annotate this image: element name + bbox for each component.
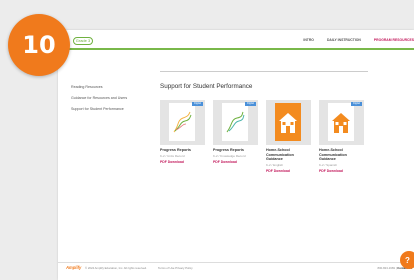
sidebar-item-guidance[interactable]: Guidance for Resources and Users bbox=[71, 96, 141, 101]
copyright-text: © 2024 Amplify Education, Inc. All right… bbox=[85, 266, 147, 270]
nav-daily-instruction[interactable]: DAILY INSTRUCTION bbox=[327, 38, 361, 42]
progress-chart-icon bbox=[226, 111, 245, 133]
card-thumbnail[interactable]: Digital bbox=[213, 100, 258, 145]
app-page: Grade 3 INTRO DAILY INSTRUCTION PROGRAM … bbox=[58, 30, 414, 280]
pdf-download-link[interactable]: PDF Download bbox=[266, 169, 311, 173]
sidebar: Reading Resources Guidance for Resources… bbox=[71, 85, 141, 117]
card-subtitle: K-2 / Spanish bbox=[319, 163, 338, 168]
content-divider bbox=[160, 71, 368, 72]
resource-cards: Digital Progress Reports K-2 / Units Rec… bbox=[160, 100, 364, 173]
footer-links[interactable]: Terms of Use Privacy Policy bbox=[158, 266, 193, 270]
progress-chart-icon bbox=[173, 111, 192, 133]
footer-divider bbox=[58, 262, 414, 263]
sidebar-item-support[interactable]: Support for Student Performance bbox=[71, 107, 141, 112]
resource-card[interactable]: Digital Progress Reports K-2 / Knowledge… bbox=[213, 100, 258, 173]
pdf-download-link[interactable]: PDF Download bbox=[213, 160, 258, 164]
top-navigation: INTRO DAILY INSTRUCTION PROGRAM RESOURCE… bbox=[303, 38, 414, 42]
sidebar-item-reading-resources[interactable]: Reading Resources bbox=[71, 85, 141, 90]
school-house-icon bbox=[279, 113, 297, 133]
digital-tag: Digital bbox=[245, 102, 256, 106]
grade-selector[interactable]: Grade 3 bbox=[73, 37, 93, 45]
digital-tag: Digital bbox=[351, 102, 362, 106]
card-thumbnail[interactable]: Digital bbox=[319, 100, 364, 145]
page-title: Support for Student Performance bbox=[160, 83, 253, 90]
card-thumbnail[interactable]: Digital bbox=[160, 100, 205, 145]
header: Grade 3 INTRO DAILY INSTRUCTION PROGRAM … bbox=[58, 30, 414, 47]
card-thumbnail[interactable] bbox=[266, 100, 311, 145]
pdf-download-link[interactable]: PDF Download bbox=[319, 169, 364, 173]
step-number: 10 bbox=[22, 31, 56, 59]
step-number-badge: 10 bbox=[8, 14, 70, 76]
digital-tag: Digital bbox=[192, 102, 203, 106]
resource-card[interactable]: Home-School Communication Guidance K-2 /… bbox=[266, 100, 311, 173]
card-title: Home-School Communication Guidance bbox=[319, 148, 347, 162]
nav-intro[interactable]: INTRO bbox=[303, 38, 314, 42]
nav-program-resources[interactable]: PROGRAM RESOURCES bbox=[374, 38, 414, 42]
footer: Amplify © 2024 Amplify Education, Inc. A… bbox=[66, 265, 412, 273]
card-title: Home-School Communication Guidance bbox=[266, 148, 294, 162]
card-title: Progress Reports bbox=[213, 148, 244, 152]
card-subtitle: K-2 / English bbox=[266, 163, 284, 168]
card-subtitle: K-2 / Knowledge Record bbox=[213, 153, 246, 158]
header-divider bbox=[58, 48, 414, 50]
phone-number: 800-823-1969 bbox=[377, 266, 395, 270]
school-house-icon bbox=[332, 113, 350, 133]
card-subtitle: K-2 / Units Record bbox=[160, 153, 185, 158]
card-title: Progress Reports bbox=[160, 148, 191, 152]
amplify-logo[interactable]: Amplify bbox=[66, 265, 81, 270]
resource-card[interactable]: Digital Progress Reports K-2 / Units Rec… bbox=[160, 100, 205, 173]
help-button[interactable]: ? bbox=[400, 251, 414, 269]
resource-card[interactable]: Digital Home-School Communication Guidan… bbox=[319, 100, 364, 173]
help-icon: ? bbox=[405, 255, 410, 265]
pdf-download-link[interactable]: PDF Download bbox=[160, 160, 205, 164]
